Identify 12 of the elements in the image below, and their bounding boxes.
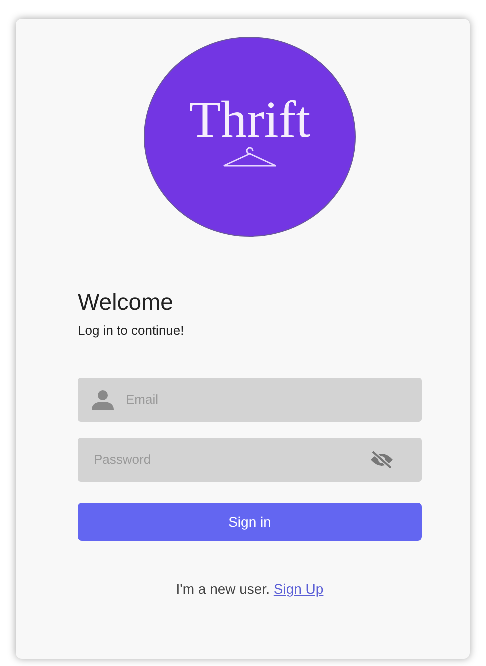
password-input[interactable]: Password [92, 449, 360, 471]
subtitle: Log in to continue! [78, 322, 186, 340]
password-field[interactable]: Password [78, 438, 422, 482]
email-field[interactable]: Email [78, 378, 422, 422]
sign-up-link[interactable]: Sign Up [274, 581, 324, 598]
user-icon [92, 390, 114, 410]
welcome-heading: Welcome [78, 289, 174, 317]
eye-slash-icon[interactable] [370, 450, 394, 470]
logo-text: Thrift [189, 95, 311, 147]
sign-in-button[interactable]: Sign in [78, 503, 422, 542]
new-user-text: I'm a new user. [176, 581, 270, 598]
email-input[interactable]: Email [124, 389, 408, 411]
